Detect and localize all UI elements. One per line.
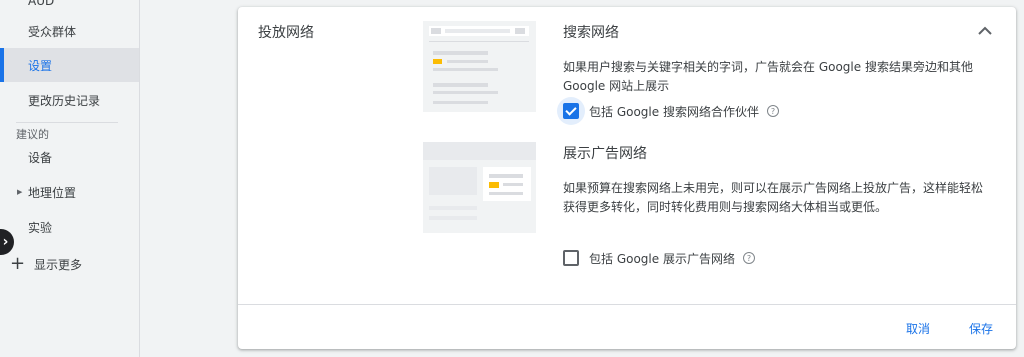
sidebar-item-label: 设置	[28, 58, 53, 73]
sidebar-item-change-history[interactable]: 更改历史记录	[0, 83, 139, 117]
display-network-checkbox[interactable]	[563, 250, 579, 266]
search-partners-label: 包括 Google 搜索网络合作伙伴	[589, 104, 759, 119]
search-network-title: 搜索网络	[563, 25, 619, 41]
sidebar: AUD 受众群体 设置 更改历史记录 建议的 设备 ▶ 地理位置 实验 › + …	[0, 0, 140, 357]
display-network-label: 包括 Google 展示广告网络	[589, 251, 735, 266]
networks-card: 投放网络 搜索网络 如果用户搜索与关键字相关的字词，广告就会在 Google 搜…	[238, 7, 1016, 349]
display-network-title: 展示广告网络	[563, 146, 647, 162]
show-more-label: 显示更多	[34, 257, 83, 272]
sidebar-divider	[16, 122, 118, 123]
chevron-right-icon: ›	[2, 234, 9, 250]
search-network-illustration	[423, 21, 536, 112]
sidebar-item-label: 更改历史记录	[28, 93, 101, 108]
show-more-button[interactable]: + 显示更多	[10, 253, 82, 275]
sidebar-item-label: 设备	[28, 150, 53, 165]
sidebar-item-locations[interactable]: ▶ 地理位置	[0, 175, 139, 209]
search-partners-checkbox[interactable]	[557, 97, 585, 125]
search-partners-option[interactable]: 包括 Google 搜索网络合作伙伴 ?	[557, 97, 779, 125]
sidebar-item-label: AUD	[28, 0, 55, 8]
cancel-button[interactable]: 取消	[906, 320, 930, 337]
display-network-illustration	[423, 142, 536, 233]
sidebar-item-label: 实验	[28, 220, 53, 235]
save-button[interactable]: 保存	[969, 320, 993, 337]
sidebar-item-experiments[interactable]: 实验	[0, 210, 139, 244]
footer-divider	[238, 304, 1016, 305]
sidebar-item-label: 受众群体	[28, 24, 77, 39]
search-network-description: 如果用户搜索与关键字相关的字词，广告就会在 Google 搜索结果旁边和其他 G…	[563, 60, 973, 93]
chevron-up-icon[interactable]	[973, 19, 997, 43]
display-network-description: 如果预算在搜索网络上未用完，则可以在展示广告网络上投放广告，这样能轻松获得更多转…	[563, 181, 984, 214]
help-icon[interactable]: ?	[742, 252, 755, 264]
sidebar-item-devices[interactable]: 设备	[0, 140, 139, 174]
caret-right-icon: ▶	[17, 188, 23, 196]
sidebar-item-label: 地理位置	[28, 185, 77, 200]
sidebar-item-settings[interactable]: 设置	[0, 48, 139, 82]
sidebar-item-audiences[interactable]: 受众群体	[0, 14, 139, 48]
section-title: 投放网络	[258, 25, 314, 41]
checkbox-focus-halo	[557, 97, 585, 125]
display-network-option[interactable]: 包括 Google 展示广告网络 ?	[563, 246, 755, 270]
help-icon[interactable]: ?	[766, 105, 779, 117]
plus-icon: +	[10, 253, 26, 274]
